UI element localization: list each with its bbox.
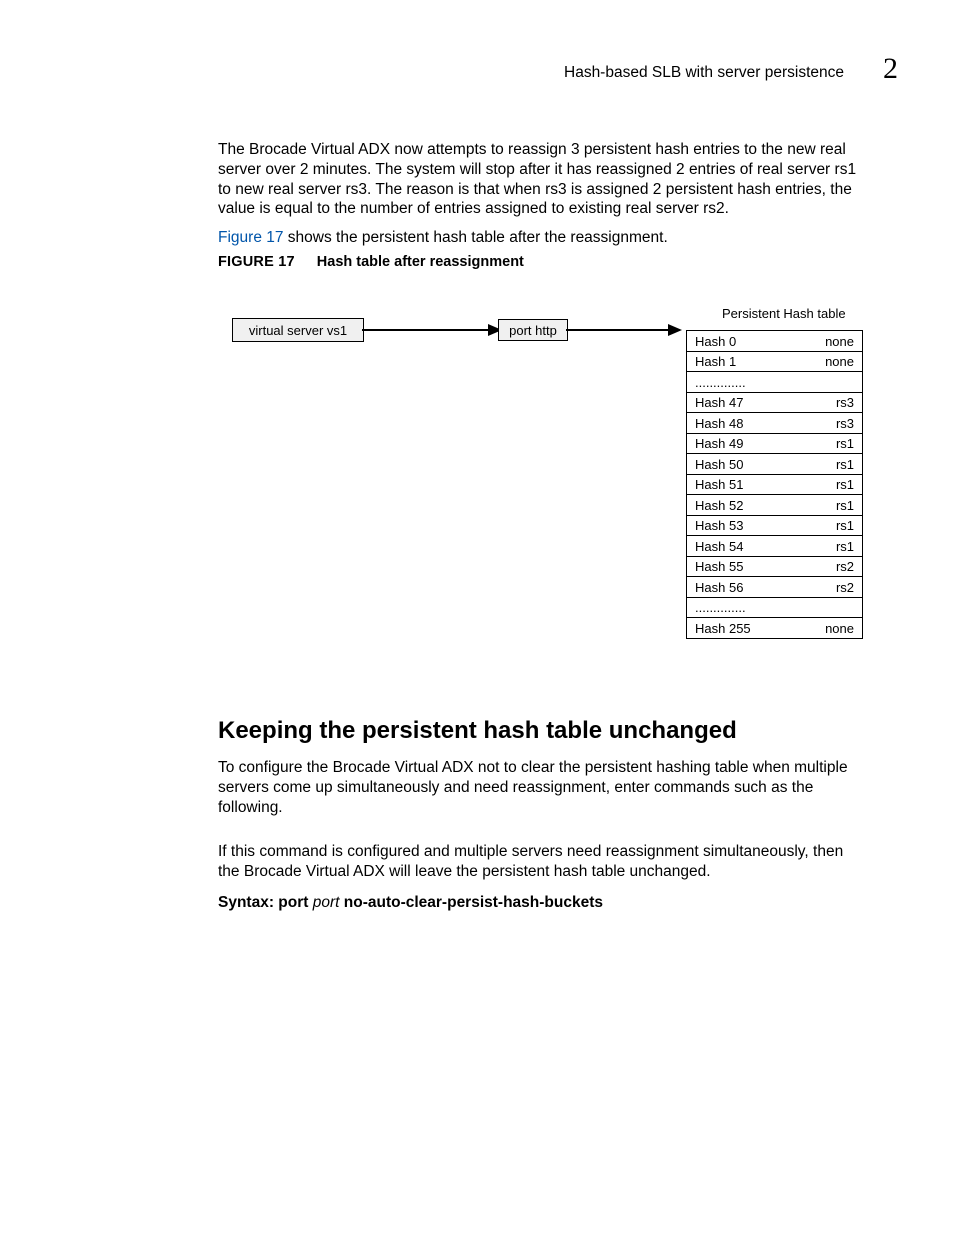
hash-value: rs1 (836, 457, 854, 472)
page-number: 2 (883, 52, 898, 86)
syntax-suffix: no-auto-clear-persist-hash-buckets (339, 894, 603, 911)
hash-value: rs1 (836, 539, 854, 554)
section-title: Hash-based SLB with server persistence (564, 64, 844, 82)
figure-title: Hash table after reassignment (317, 254, 524, 270)
hash-key: Hash 255 (695, 621, 751, 636)
hash-table-title: Persistent Hash table (722, 306, 846, 321)
syntax-line: Syntax: port port no-auto-clear-persist-… (218, 894, 603, 912)
hash-value: none (825, 621, 854, 636)
arrow-line-2 (566, 329, 672, 331)
figure-caption: FIGURE 17 Hash table after reassignment (218, 254, 524, 270)
hash-key: Hash 51 (695, 477, 743, 492)
hash-table-row: Hash 0 none (687, 330, 862, 351)
paragraph-2-rest: shows the persistent hash table after th… (283, 229, 667, 246)
hash-value: rs1 (836, 498, 854, 513)
arrow-line-1 (362, 329, 492, 331)
hash-table-row: Hash 54 rs1 (687, 535, 862, 556)
syntax-variable: port (313, 894, 340, 911)
section-heading: Keeping the persistent hash table unchan… (218, 717, 737, 745)
hash-table-row: Hash 56 rs2 (687, 576, 862, 597)
hash-table-row: Hash 55 rs2 (687, 556, 862, 577)
hash-table-row: Hash 1 none (687, 351, 862, 372)
hash-key: Hash 50 (695, 457, 743, 472)
hash-key: Hash 49 (695, 436, 743, 451)
hash-table-row: Hash 49 rs1 (687, 433, 862, 454)
syntax-prefix: Syntax: port (218, 894, 313, 911)
hash-value: rs3 (836, 395, 854, 410)
hash-key: Hash 48 (695, 416, 743, 431)
hash-table-row: Hash 48 rs3 (687, 412, 862, 433)
hash-value: rs3 (836, 416, 854, 431)
hash-key: .............. (695, 375, 746, 390)
hash-value: rs2 (836, 580, 854, 595)
hash-value: rs1 (836, 518, 854, 533)
hash-table-row: .............. (687, 371, 862, 392)
hash-table: Hash 0 none Hash 1 none.............. Hash 4… (686, 330, 863, 639)
hash-key: Hash 1 (695, 354, 736, 369)
hash-table-row: Hash 51 rs1 (687, 474, 862, 495)
hash-value: rs1 (836, 477, 854, 492)
paragraph-3: To configure the Brocade Virtual ADX not… (218, 758, 864, 817)
hash-table-row: Hash 52 rs1 (687, 494, 862, 515)
hash-key: Hash 56 (695, 580, 743, 595)
hash-table-row: Hash 255 none (687, 617, 862, 638)
paragraph-4: If this command is configured and multip… (218, 842, 864, 882)
figure-label: FIGURE 17 (218, 254, 295, 270)
arrow-head-icon (668, 324, 682, 336)
figure-reference-link[interactable]: Figure 17 (218, 229, 283, 246)
hash-table-row: Hash 47 rs3 (687, 392, 862, 413)
hash-key: Hash 55 (695, 559, 743, 574)
hash-key: .............. (695, 600, 746, 615)
virtual-server-box: virtual server vs1 (232, 318, 364, 342)
hash-key: Hash 47 (695, 395, 743, 410)
figure-diagram: virtual server vs1 port http Persistent … (218, 300, 864, 680)
hash-value: none (825, 334, 854, 349)
paragraph-1: The Brocade Virtual ADX now attempts to … (218, 140, 864, 219)
hash-key: Hash 52 (695, 498, 743, 513)
port-box: port http (498, 319, 568, 341)
hash-key: Hash 53 (695, 518, 743, 533)
hash-table-row: .............. (687, 597, 862, 618)
hash-key: Hash 0 (695, 334, 736, 349)
paragraph-2: Figure 17 shows the persistent hash tabl… (218, 228, 864, 248)
hash-value: none (825, 354, 854, 369)
hash-table-row: Hash 50 rs1 (687, 453, 862, 474)
hash-table-row: Hash 53 rs1 (687, 515, 862, 536)
hash-value: rs2 (836, 559, 854, 574)
hash-key: Hash 54 (695, 539, 743, 554)
hash-value: rs1 (836, 436, 854, 451)
